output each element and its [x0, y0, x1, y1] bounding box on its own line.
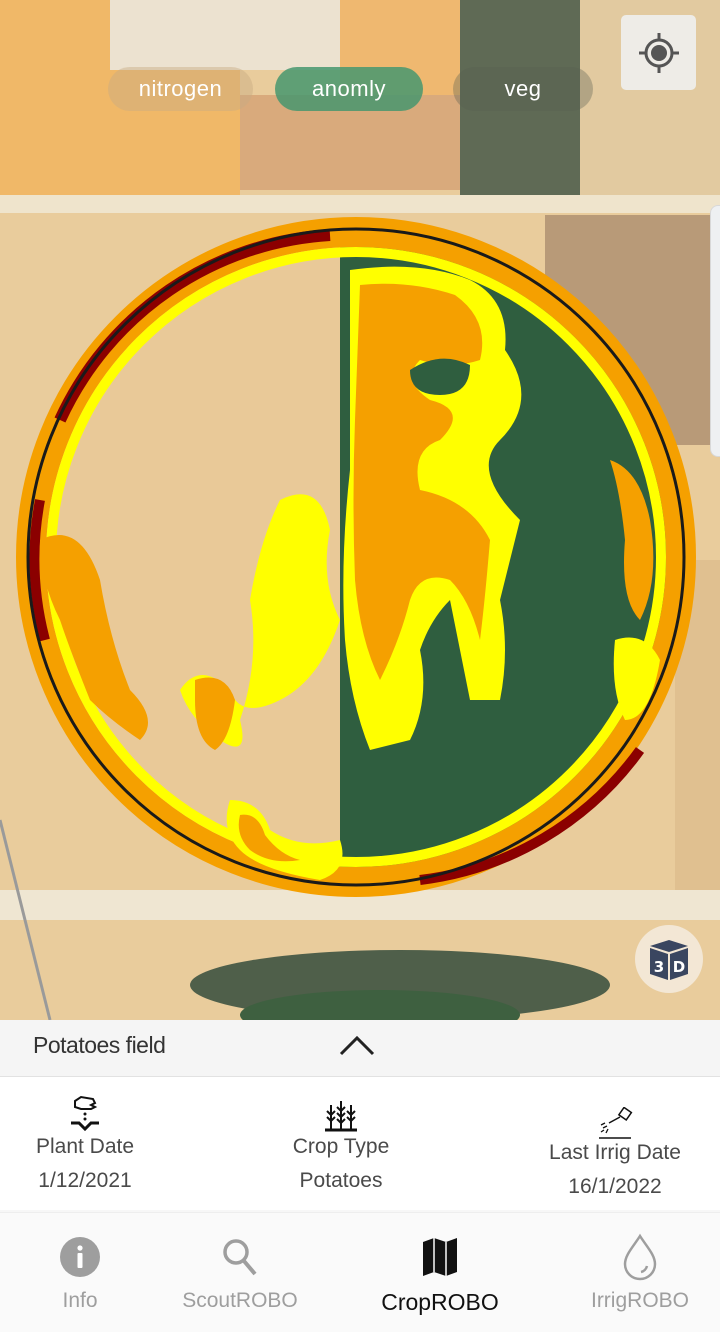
layer-tab-nitrogen[interactable]: nitrogen: [108, 67, 253, 111]
watering-can-icon: [599, 1107, 633, 1139]
info-plant-date: Plant Date 1/12/2021: [20, 1077, 150, 1193]
layer-tabs: nitrogen anomly veg: [108, 67, 593, 111]
crosshair-locate-icon: [638, 32, 679, 73]
nav-label: IrrigROBO: [590, 1289, 689, 1312]
info-label: Last Irrig Date: [549, 1141, 681, 1164]
nav-item-info[interactable]: Info: [20, 1213, 140, 1332]
nav-label: ScoutROBO: [182, 1289, 298, 1312]
view-3d-button[interactable]: 3 D: [635, 925, 703, 993]
info-label: Crop Type: [292, 1135, 390, 1158]
hand-sowing-icon: [71, 1095, 99, 1132]
search-icon: [223, 1239, 257, 1276]
map-icon: [423, 1238, 457, 1276]
info-last-irrig-date: Last Irrig Date 16/1/2022: [535, 1077, 695, 1199]
satellite-imagery: [0, 0, 720, 1020]
info-value: 16/1/2022: [568, 1175, 662, 1198]
field-name: Potatoes field: [33, 1032, 166, 1058]
svg-text:3: 3: [654, 958, 664, 976]
map-view[interactable]: nitrogen anomly veg 3 D: [0, 0, 720, 1020]
svg-text:D: D: [673, 958, 685, 976]
cube-3d-icon: 3 D: [650, 940, 688, 980]
field-info-panel: Plant Date 1/12/2021 Crop Type Potatoes …: [0, 1077, 720, 1210]
field-header: Potatoes field: [0, 1020, 720, 1077]
info-value: 1/12/2021: [38, 1169, 132, 1192]
field-anomaly-overlay: [16, 217, 696, 897]
water-drop-icon: [623, 1233, 657, 1281]
layer-tab-anomly[interactable]: anomly: [275, 67, 423, 111]
side-drawer-handle[interactable]: [710, 205, 720, 457]
info-icon: [60, 1237, 100, 1277]
locate-button[interactable]: [621, 15, 696, 90]
info-crop-type: Crop Type Potatoes: [276, 1077, 406, 1193]
bottom-navigation: Info ScoutROBO CropROBO IrrigROBO: [0, 1212, 720, 1332]
expand-panel-button[interactable]: [338, 1032, 376, 1060]
nav-item-croprobo[interactable]: CropROBO: [365, 1213, 515, 1332]
nav-label: CropROBO: [381, 1289, 499, 1315]
layer-tab-veg[interactable]: veg: [453, 67, 593, 111]
nav-item-irrigrobo[interactable]: IrrigROBO: [580, 1213, 700, 1332]
chevron-up-icon: [339, 1035, 375, 1056]
info-label: Plant Date: [35, 1135, 135, 1158]
nav-item-scoutrobo[interactable]: ScoutROBO: [170, 1213, 310, 1332]
nav-label: Info: [62, 1289, 98, 1312]
info-value: Potatoes: [299, 1169, 383, 1192]
wheat-crop-icon: [325, 1101, 357, 1132]
